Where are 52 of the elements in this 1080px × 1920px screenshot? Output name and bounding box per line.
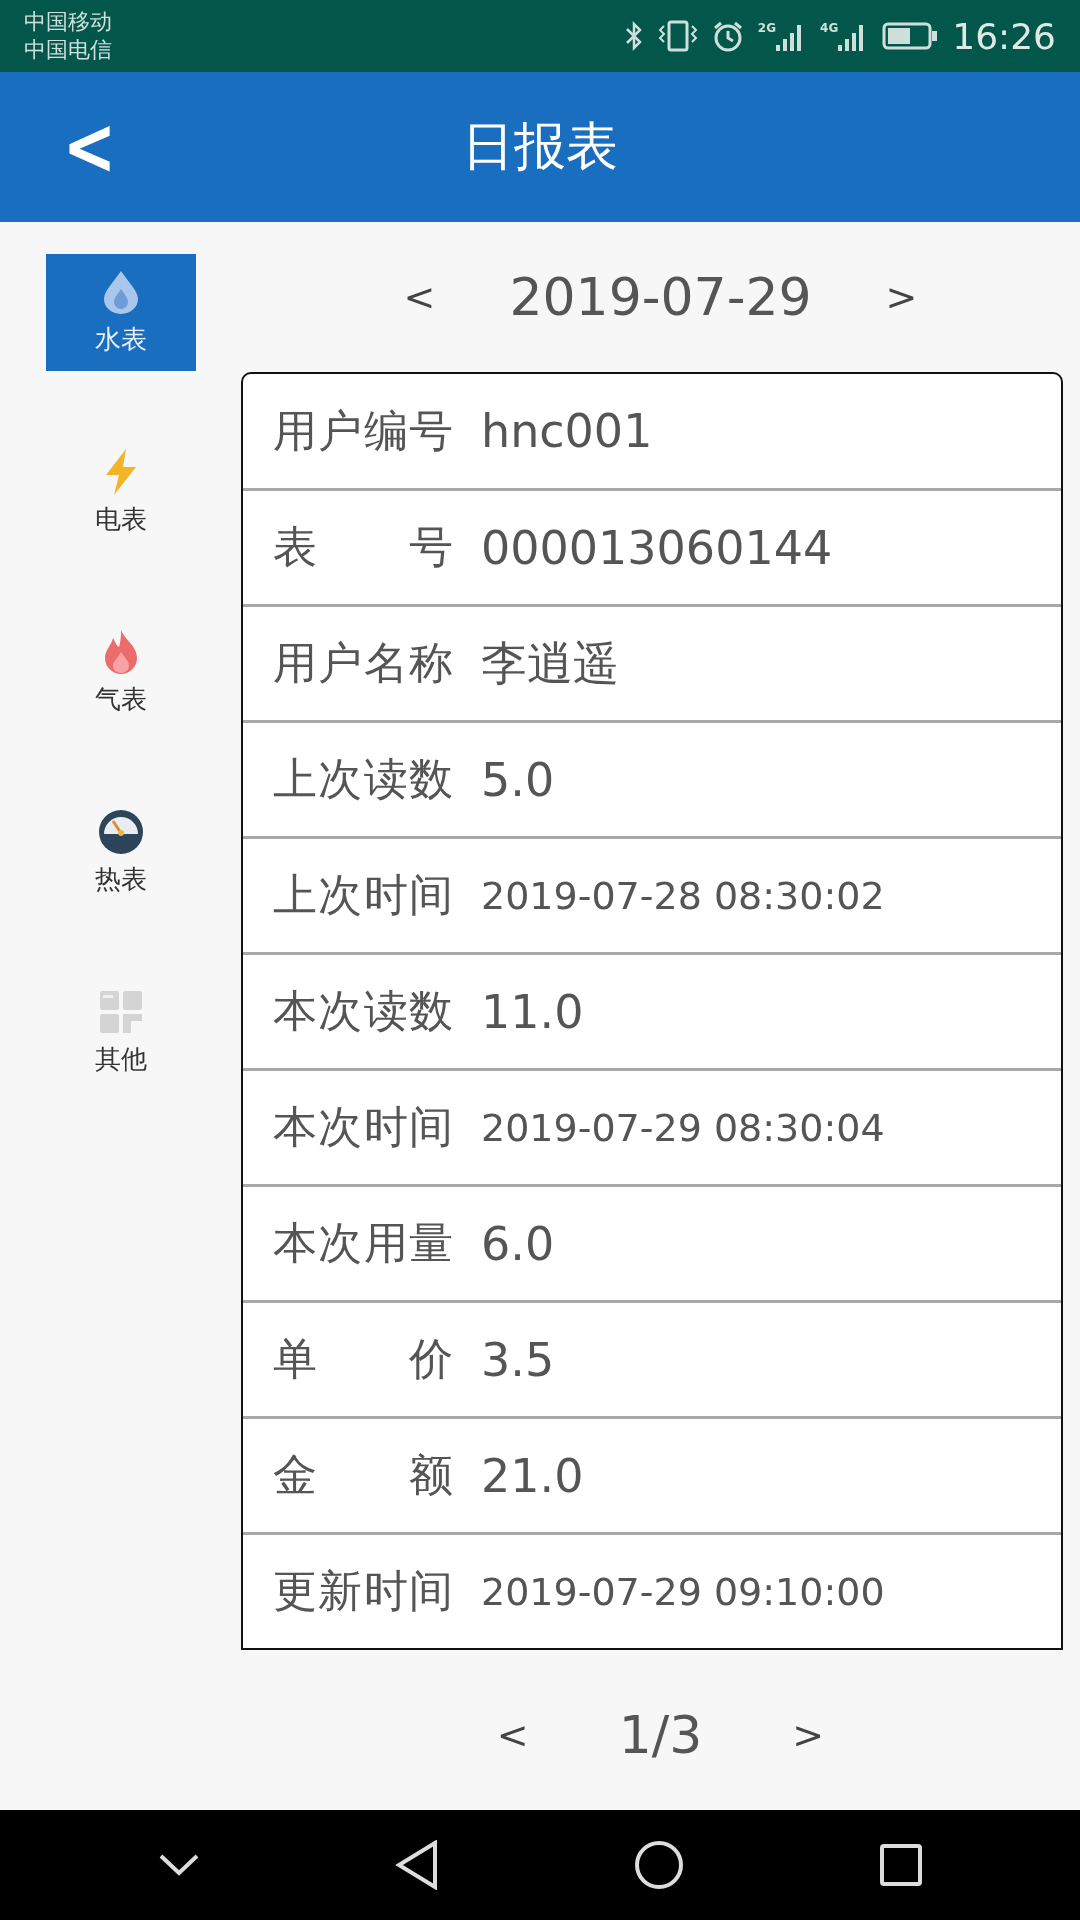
field-value: 2019-07-29 09:10:00 xyxy=(481,1569,885,1614)
bluetooth-icon xyxy=(623,20,644,52)
field-label: 本次时间 xyxy=(273,1100,453,1154)
network-type: 2G xyxy=(757,21,777,35)
field-label: 金额 xyxy=(273,1448,453,1502)
field-value: 6.0 xyxy=(481,1216,555,1271)
sidebar-item[interactable]: 热表 xyxy=(45,794,196,911)
next-button[interactable]: > xyxy=(782,1709,835,1761)
vibrate-icon xyxy=(657,20,698,52)
field-label: 上次时间 xyxy=(273,868,453,922)
field-value: 3.5 xyxy=(481,1332,555,1387)
report-date: 2019-07-29 xyxy=(509,267,812,327)
alarm-clock-icon xyxy=(711,20,744,52)
carrier-name: 中国电信 xyxy=(24,36,112,64)
battery-icon xyxy=(882,22,939,50)
field-label: 本次用量 xyxy=(273,1216,453,1270)
sidebar-item[interactable]: 其他 xyxy=(45,974,196,1091)
sidebar-item[interactable]: 水表 xyxy=(45,254,196,371)
grid-icon xyxy=(99,991,142,1033)
field-value: hnc001 xyxy=(481,404,653,458)
field-label: 上次读数 xyxy=(273,752,453,806)
field-label: 更新时间 xyxy=(273,1564,453,1618)
lightning-bolt-icon xyxy=(103,449,138,495)
network-type: 4G xyxy=(820,21,839,35)
field-label: 表号 xyxy=(273,520,453,574)
carrier-name: 中国移动 xyxy=(24,8,112,36)
gauge-icon xyxy=(97,809,144,855)
field-value: 李逍遥 xyxy=(481,634,619,692)
previous-button[interactable]: < xyxy=(486,1709,539,1761)
field-value: 2019-07-28 08:30:02 xyxy=(481,873,885,918)
next-button[interactable]: > xyxy=(875,271,928,323)
field-label: 用户名称 xyxy=(273,636,453,690)
clock-time: 16:26 xyxy=(952,15,1056,57)
previous-button[interactable]: < xyxy=(393,271,446,323)
page-indicator: 1/3 xyxy=(618,1705,703,1765)
sidebar-item[interactable]: 电表 xyxy=(45,434,196,551)
field-label: 单价 xyxy=(273,1332,453,1386)
home-circle-icon[interactable] xyxy=(633,1840,684,1890)
field-value: 2019-07-29 08:30:04 xyxy=(481,1105,885,1150)
sidebar-item[interactable]: 气表 xyxy=(45,614,196,731)
back-triangle-icon[interactable] xyxy=(394,1840,439,1890)
field-label: 本次读数 xyxy=(273,984,453,1038)
field-label: 用户编号 xyxy=(273,403,453,458)
field-value: 21.0 xyxy=(481,1448,584,1503)
field-value: 000013060144 xyxy=(481,520,833,575)
chevron-down-icon[interactable] xyxy=(157,1853,200,1877)
back-button[interactable]: < xyxy=(53,102,126,192)
recents-square-icon[interactable] xyxy=(878,1843,923,1887)
field-value: 5.0 xyxy=(481,752,555,807)
field-value: 11.0 xyxy=(481,984,584,1039)
flame-icon xyxy=(102,630,139,674)
page-title: 日报表 xyxy=(462,115,618,178)
